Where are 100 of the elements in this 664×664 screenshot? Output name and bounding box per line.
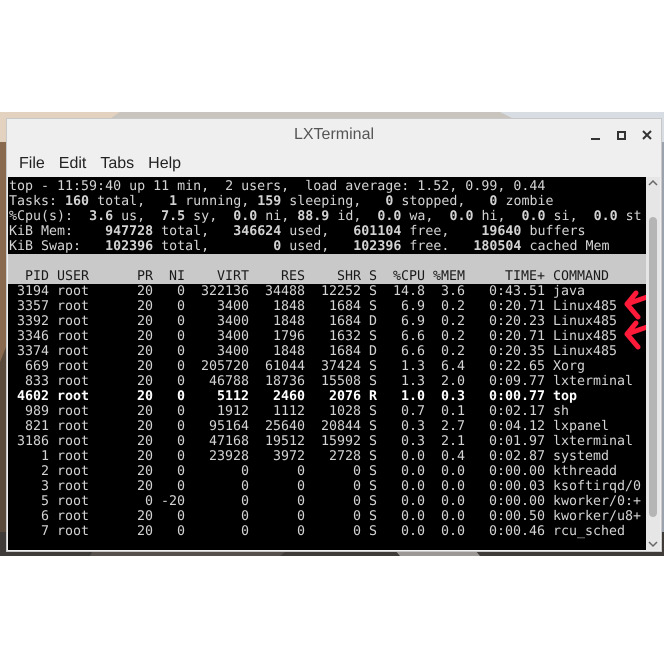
table-cell-text: 0:43.51 (488, 284, 545, 299)
table-cell-text: S (368, 284, 377, 299)
table-cell-text: R (368, 389, 377, 404)
table-cell-text: 14.8 (392, 284, 425, 299)
scroll-down-icon[interactable] (648, 540, 658, 548)
column-header: %MEM (432, 269, 465, 284)
column-header: %CPU (392, 269, 425, 284)
table-cell-text: 12252 (320, 284, 361, 299)
table-cell-text: 0 (176, 374, 185, 389)
table-cell-text: S (368, 359, 377, 374)
table-cell-text: 0 (144, 494, 153, 509)
table-cell-text: 0.0 (400, 524, 425, 539)
table-cell-text: 3392 (16, 314, 49, 329)
table-cell-text: 0 (176, 434, 185, 449)
table-cell-text: 0 (352, 524, 361, 539)
table-cell-text: 0:00.46 (488, 524, 545, 539)
table-cell-text: 20 (136, 434, 153, 449)
table-cell-text: 20 (136, 524, 153, 539)
table-cell-text: 3972 (272, 449, 305, 464)
table-cell-text: 0:20.71 (488, 329, 545, 344)
table-cell-text: D (368, 314, 377, 329)
table-cell-text: lxterminal (552, 434, 634, 449)
table-cell-text: kworker/0:+ (552, 494, 642, 509)
table-cell-text: 0:04.12 (488, 419, 545, 434)
table-cell-text: S (368, 479, 377, 494)
table-cell-text: 0.0 (400, 494, 425, 509)
table-cell-text: 1684 (328, 344, 361, 359)
table-cell-text: 1796 (272, 329, 305, 344)
table-cell-text: 95164 (208, 419, 249, 434)
menu-item[interactable]: Help (142, 152, 188, 176)
table-cell-text: 0 (176, 284, 185, 299)
table-cell-text: 5 (40, 494, 49, 509)
table-cell-text: 0 (296, 479, 305, 494)
table-cell-text: 18736 (264, 374, 305, 389)
table-cell-text: 0.0 (440, 509, 465, 524)
table-cell-text: S (368, 449, 377, 464)
table-cell-text: 20 (136, 329, 153, 344)
table-cell-text: 0.4 (440, 449, 465, 464)
table-cell-text: 20 (136, 389, 153, 404)
table-cell-text: 20 (136, 374, 153, 389)
menu-item[interactable]: File (13, 152, 51, 176)
table-cell-text: 0:00.00 (488, 494, 545, 509)
table-cell-text: 833 (24, 374, 49, 389)
table-cell-text: 0 (240, 494, 249, 509)
window-title: LXTerminal (294, 126, 374, 143)
column-header: S (368, 269, 377, 284)
table-cell-text: S (368, 404, 377, 419)
table-cell-text: S (368, 509, 377, 524)
table-cell-text: 61044 (264, 359, 305, 374)
table-cell-text: java (552, 284, 586, 299)
table-cell-text: 6.6 (400, 329, 425, 344)
summary-line: %Cpu(s): 3.6 us, 7.5 sy, 0.0 ni, 88.9 id, 0.0 wa, 0.0 hi, 0.0 si, 0.0 st (8, 209, 643, 224)
table-cell-text: 20 (136, 359, 153, 374)
table-cell-text: 25640 (264, 419, 305, 434)
table-cell-text: 0.3 (400, 434, 425, 449)
table-cell-text: kworker/u8+ (552, 509, 642, 524)
table-cell-text: 20 (136, 464, 153, 479)
table-cell-text: 3400 (216, 344, 249, 359)
table-cell-text: sh (552, 404, 570, 419)
table-cell-text: 3357 (16, 299, 49, 314)
table-cell-text: 1684 (328, 314, 361, 329)
arrow-mark (622, 290, 646, 320)
table-cell-text: 0 (176, 389, 185, 404)
table-cell-text: root (56, 299, 90, 314)
menu-item[interactable]: Edit (52, 152, 92, 176)
table-cell-text: root (56, 389, 90, 404)
table-cell-text: 37424 (320, 359, 361, 374)
table-cell-text: 0 (176, 299, 185, 314)
table-cell-text: 1028 (328, 404, 361, 419)
table-cell-text: 1.3 (400, 374, 425, 389)
table-cell-text: 0:20.35 (488, 344, 545, 359)
scroll-thumb[interactable] (649, 217, 657, 517)
menu-item[interactable]: Tabs (94, 152, 140, 176)
table-cell-text: 0 (240, 464, 249, 479)
table-cell-text: root (56, 404, 90, 419)
table-cell-text: 20 (136, 299, 153, 314)
table-cell-text: 6.9 (400, 314, 425, 329)
table-cell-text: rcu_sched (552, 524, 626, 539)
table-cell-text: root (56, 434, 90, 449)
table-cell-text: 20844 (320, 419, 361, 434)
column-header: PR (136, 269, 153, 284)
table-cell-text: 0.2 (440, 299, 465, 314)
table-cell-text: 6.6 (400, 344, 425, 359)
table-cell-text: 989 (24, 404, 49, 419)
column-header: RES (280, 269, 305, 284)
table-cell-text: root (56, 284, 90, 299)
table-cell-text: root (56, 344, 90, 359)
table-cell-text: root (56, 524, 90, 539)
scrollbar[interactable] (646, 177, 660, 550)
table-cell-text: 1.0 (400, 389, 425, 404)
table-cell-text: 6 (40, 509, 49, 524)
table-cell-text: 0.2 (440, 314, 465, 329)
table-cell-text: 19512 (264, 434, 305, 449)
table-cell-text: 1684 (328, 299, 361, 314)
scroll-up-icon[interactable] (648, 179, 658, 187)
table-cell-text: 0 (296, 509, 305, 524)
table-cell-text: 0 (176, 464, 185, 479)
table-cell-text: S (368, 374, 377, 389)
table-cell-text: 20 (136, 479, 153, 494)
table-cell-text: 821 (24, 419, 49, 434)
